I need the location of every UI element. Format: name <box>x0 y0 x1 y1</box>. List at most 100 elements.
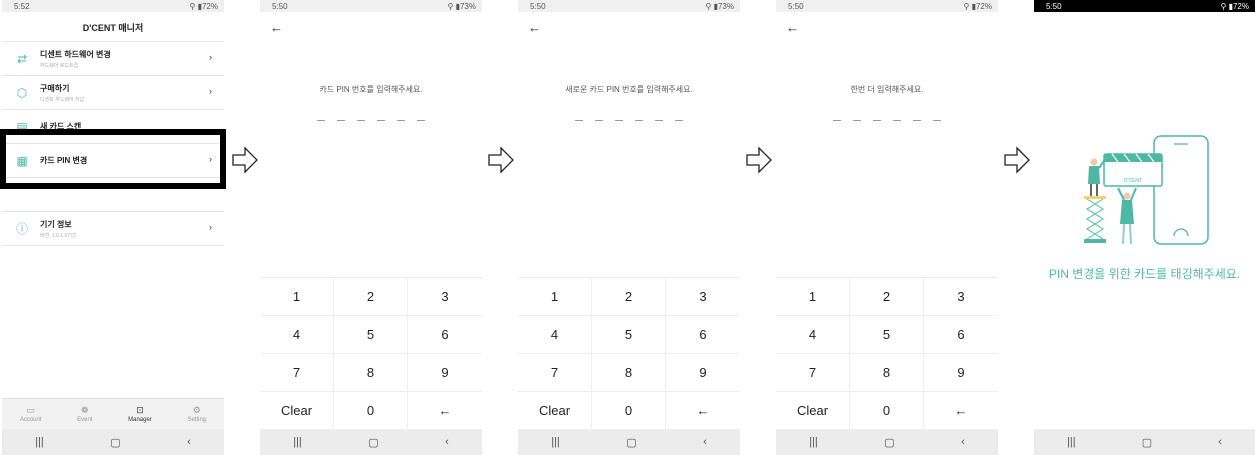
battery-level: 73% <box>717 1 734 11</box>
key-5[interactable]: 5 <box>592 316 666 354</box>
key-1[interactable]: 1 <box>518 278 592 316</box>
status-icons: ⚲ ▮72% <box>189 1 219 11</box>
pin-prompt: 새로운 카드 PIN 번호를 입력해주세요. <box>565 85 693 94</box>
key-clear[interactable]: Clear <box>518 392 592 430</box>
pin-dot <box>933 120 941 121</box>
key-6[interactable]: 6 <box>924 316 998 354</box>
key-3[interactable]: 3 <box>924 278 998 316</box>
recent-apps-button[interactable]: ||| <box>1067 436 1076 448</box>
key-5[interactable]: 5 <box>850 316 924 354</box>
key-9[interactable]: 9 <box>924 354 998 392</box>
tab-setting[interactable]: ⚙ Setting <box>187 405 206 423</box>
pin-dot <box>377 120 385 121</box>
menu-label: 구매하기 <box>40 83 70 93</box>
home-button[interactable]: ▢ <box>884 436 894 449</box>
pin-dot <box>833 120 841 121</box>
pin-dot <box>575 120 583 121</box>
key-6[interactable]: 6 <box>666 316 740 354</box>
back-button[interactable]: ‹ <box>703 436 707 448</box>
key-9[interactable]: 9 <box>666 354 740 392</box>
recent-apps-button[interactable]: ||| <box>293 436 302 448</box>
key-0[interactable]: 0 <box>334 392 408 430</box>
pin-dot <box>655 120 663 121</box>
menu-item-device-info[interactable]: ⓘ 기기 정보 버전: 1.0.1.077C › <box>2 212 224 246</box>
status-icons: ⚲ ▮73% <box>705 1 735 11</box>
key-backspace[interactable]: ← <box>408 392 482 430</box>
pin-indicator <box>776 114 998 121</box>
bottom-tab-bar: ▭ Account ❁ Event ⊡ Manager ⚙ Setting <box>2 398 224 429</box>
key-1[interactable]: 1 <box>776 278 850 316</box>
status-bar: 5:50 ⚲ ▮72% <box>1034 0 1255 12</box>
recent-apps-button[interactable]: ||| <box>551 436 560 448</box>
chevron-right-icon: › <box>209 222 212 232</box>
wallet-icon: ▭ <box>26 405 35 415</box>
flow-arrow-icon <box>232 146 258 174</box>
status-time: 5:50 <box>272 1 288 11</box>
key-3[interactable]: 3 <box>666 278 740 316</box>
key-2[interactable]: 2 <box>850 278 924 316</box>
recent-apps-button[interactable]: ||| <box>35 436 44 448</box>
back-button[interactable]: ‹ <box>1218 436 1222 448</box>
card-tagging-illustration: D'CENT <box>1084 135 1209 245</box>
back-arrow-icon[interactable]: ← <box>528 20 541 35</box>
battery-level: 72% <box>1232 1 1249 11</box>
key-7[interactable]: 7 <box>518 354 592 392</box>
key-0[interactable]: 0 <box>592 392 666 430</box>
menu-label: 디센트 하드웨어 변경 <box>40 49 111 59</box>
key-7[interactable]: 7 <box>776 354 850 392</box>
key-0[interactable]: 0 <box>850 392 924 430</box>
menu-sublabel: 디센트 하드웨어 지갑 <box>40 96 85 103</box>
status-bar: 5:52 ⚲ ▮72% <box>2 0 224 12</box>
key-clear[interactable]: Clear <box>776 392 850 430</box>
back-arrow-icon[interactable]: ← <box>270 20 283 35</box>
key-2[interactable]: 2 <box>592 278 666 316</box>
flow-arrow-icon <box>1004 146 1030 174</box>
key-5[interactable]: 5 <box>334 316 408 354</box>
home-button[interactable]: ▢ <box>626 436 636 449</box>
system-nav-bar: ||| ▢ ‹ <box>260 429 482 455</box>
home-button[interactable]: ▢ <box>110 436 120 449</box>
back-arrow-icon[interactable]: ← <box>786 20 799 35</box>
tab-label: Setting <box>187 417 207 423</box>
menu-label: 기기 정보 <box>40 219 72 229</box>
card-brand-label: D'CENT <box>1124 178 1142 184</box>
pin-prompt: 한번 더 입력해주세요. <box>850 85 924 94</box>
key-7[interactable]: 7 <box>260 354 334 392</box>
key-6[interactable]: 6 <box>408 316 482 354</box>
key-8[interactable]: 8 <box>850 354 924 392</box>
shop-icon: ⬡ <box>16 85 28 100</box>
back-button[interactable]: ‹ <box>187 436 191 448</box>
menu-item-purchase[interactable]: ⬡ 구매하기 디센트 하드웨어 지갑 › <box>2 76 224 110</box>
key-backspace[interactable]: ← <box>666 392 740 430</box>
key-2[interactable]: 2 <box>334 278 408 316</box>
key-9[interactable]: 9 <box>408 354 482 392</box>
home-button[interactable]: ▢ <box>1142 436 1152 449</box>
key-4[interactable]: 4 <box>260 316 334 354</box>
back-button[interactable]: ‹ <box>445 436 449 448</box>
pin-prompt: 카드 PIN 번호를 입력해주세요. <box>319 85 423 94</box>
back-button[interactable]: ‹ <box>961 436 965 448</box>
key-backspace[interactable]: ← <box>924 392 998 430</box>
tab-account[interactable]: ▭ Account <box>20 405 42 423</box>
key-3[interactable]: 3 <box>408 278 482 316</box>
pin-dot <box>317 120 325 121</box>
key-4[interactable]: 4 <box>776 316 850 354</box>
battery-level: 73% <box>459 1 476 11</box>
keypad: 1 2 3 4 5 6 7 8 9 Clear 0 ← <box>260 277 482 430</box>
key-4[interactable]: 4 <box>518 316 592 354</box>
keypad: 1 2 3 4 5 6 7 8 9 Clear 0 ← <box>776 277 998 430</box>
recent-apps-button[interactable]: ||| <box>809 436 818 448</box>
key-1[interactable]: 1 <box>260 278 334 316</box>
menu-item-hardware-change[interactable]: ⇄ 디센트 하드웨어 변경 하드웨어 로드트립 › <box>2 42 224 76</box>
chevron-right-icon: › <box>209 52 212 62</box>
highlight-box <box>0 129 226 189</box>
tab-manager[interactable]: ⊡ Manager <box>128 405 152 423</box>
flow-arrow-icon <box>488 146 514 174</box>
pin-indicator <box>260 114 482 121</box>
key-8[interactable]: 8 <box>334 354 408 392</box>
home-button[interactable]: ▢ <box>368 436 378 449</box>
tab-event[interactable]: ❁ Event <box>77 405 92 423</box>
key-8[interactable]: 8 <box>592 354 666 392</box>
key-clear[interactable]: Clear <box>260 392 334 430</box>
tab-label: Event <box>77 417 93 423</box>
